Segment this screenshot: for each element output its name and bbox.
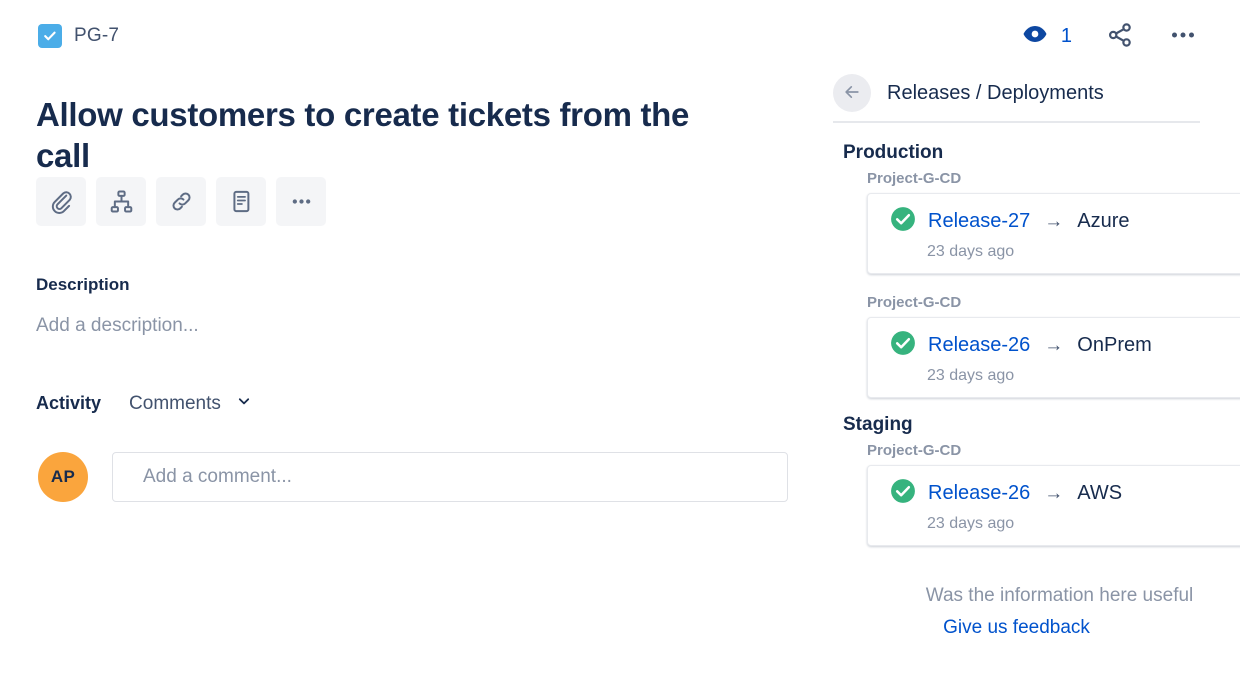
deployment-line: Release-26 → AWS <box>890 478 1240 509</box>
issue-action-toolbar <box>36 177 326 226</box>
check-circle-icon <box>890 478 916 509</box>
deployment-entry: Project-G-CD Release-27 → Azure 23 days … <box>833 170 1240 274</box>
pipeline-name: Project-G-CD <box>867 170 962 187</box>
deployment-target: AWS <box>1077 482 1123 504</box>
environment-title: Staging <box>843 414 913 435</box>
add-child-issue-button[interactable] <box>96 177 146 226</box>
ellipsis-icon <box>289 189 314 214</box>
feedback-question: Was the information here useful <box>925 585 1194 606</box>
panel-title: Releases / Deployments <box>887 81 1104 104</box>
deployment-timestamp: 23 days ago <box>927 367 1015 384</box>
issue-key-label[interactable]: PG-7 <box>74 25 119 47</box>
comment-placeholder: Add a comment... <box>143 466 292 487</box>
task-checkbox-icon <box>38 24 62 48</box>
add-page-button[interactable] <box>216 177 266 226</box>
card-spacer <box>833 274 1240 294</box>
arrow-right-icon: → <box>1044 334 1064 356</box>
pipeline-name: Project-G-CD <box>867 294 962 311</box>
deployment-timestamp: 23 days ago <box>927 243 1015 260</box>
arrow-right-icon: → <box>1044 482 1064 504</box>
link-icon <box>169 189 194 214</box>
release-link[interactable]: Release-27 <box>928 210 1030 233</box>
deployment-line: Release-26 → OnPrem <box>890 330 1240 361</box>
release-link[interactable]: Release-26 <box>928 482 1030 505</box>
release-link[interactable]: Release-26 <box>928 334 1030 357</box>
environment-group-production: Production Project-G-CD Release-27 → Azu… <box>833 142 1240 398</box>
hierarchy-icon <box>109 189 134 214</box>
link-issue-button[interactable] <box>156 177 206 226</box>
feedback-block: Was the information here useful Give us … <box>833 585 1200 639</box>
deployment-card[interactable]: Release-27 → Azure 23 days ago <box>867 193 1240 274</box>
add-comment-row: AP Add a comment... <box>38 452 788 502</box>
document-icon <box>229 189 254 214</box>
panel-back-button[interactable] <box>833 74 871 112</box>
deployment-target: OnPrem <box>1077 334 1152 356</box>
check-circle-icon <box>890 206 916 237</box>
give-feedback-link[interactable]: Give us feedback <box>943 617 1090 639</box>
activity-label: Activity <box>36 393 102 413</box>
deployment-entry: Project-G-CD Release-26 → AWS 23 days ag… <box>833 442 1240 546</box>
deployment-target: Azure <box>1077 210 1130 232</box>
check-circle-icon <box>890 330 916 361</box>
pipeline-name: Project-G-CD <box>867 442 962 459</box>
activity-filter-label: Comments <box>129 392 221 414</box>
panel-header: Releases / Deployments <box>833 74 1104 112</box>
activity-filter-comments[interactable]: Comments <box>129 392 253 415</box>
deployment-entry: Project-G-CD Release-26 → OnPrem 23 days… <box>833 294 1240 398</box>
activity-section-header: Activity Comments <box>36 392 253 415</box>
avatar[interactable]: AP <box>38 452 88 502</box>
page-title[interactable]: Allow customers to create tickets from t… <box>36 94 736 176</box>
description-heading: Description <box>36 275 130 294</box>
chevron-down-icon <box>235 392 253 415</box>
environment-title: Production <box>843 142 944 163</box>
deployment-card[interactable]: Release-26 → AWS 23 days ago <box>867 465 1240 546</box>
panel-divider <box>833 121 1200 123</box>
comment-input[interactable]: Add a comment... <box>112 452 788 502</box>
deployment-timestamp: 23 days ago <box>927 515 1015 532</box>
arrow-left-icon <box>842 82 862 105</box>
arrow-right-icon: → <box>1044 210 1064 232</box>
deployment-line: Release-27 → Azure <box>890 206 1240 237</box>
more-options-button[interactable] <box>276 177 326 226</box>
deployment-card[interactable]: Release-26 → OnPrem 23 days ago <box>867 317 1240 398</box>
description-input[interactable]: Add a description... <box>36 315 199 337</box>
attach-button[interactable] <box>36 177 86 226</box>
paperclip-icon <box>49 189 74 214</box>
releases-deployments-panel: Releases / Deployments Production Projec… <box>833 0 1240 673</box>
breadcrumb: PG-7 <box>38 24 119 48</box>
environment-group-staging: Staging Project-G-CD Release-26 → AWS 23… <box>833 414 1240 546</box>
issue-detail-pane: PG-7 Allow customers to create tickets f… <box>0 0 820 673</box>
